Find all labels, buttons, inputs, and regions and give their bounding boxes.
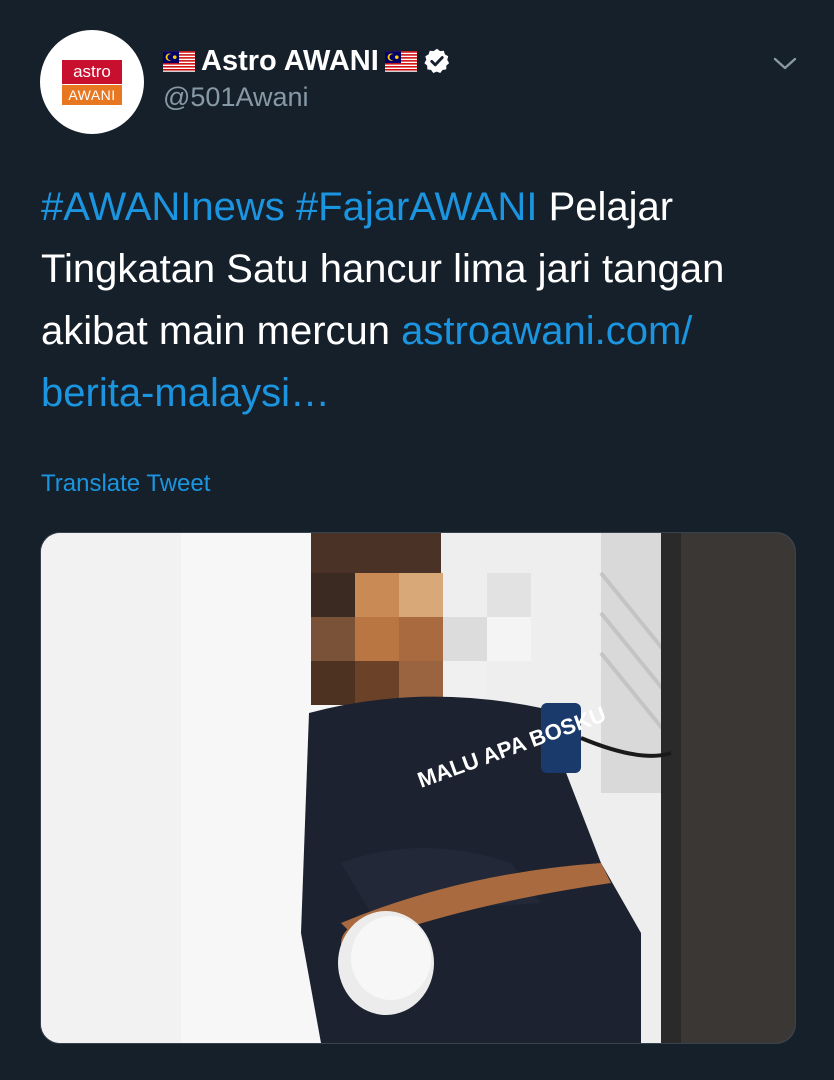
- malaysia-flag-icon: [384, 50, 417, 72]
- avatar-logo-astro: astro: [62, 60, 122, 84]
- author-handle[interactable]: @501Awani: [163, 82, 309, 113]
- author-display-name: Astro AWANI: [201, 44, 379, 77]
- tweet-photo[interactable]: MALU APA BOSKU: [40, 532, 796, 1044]
- chevron-down-icon[interactable]: [772, 55, 798, 73]
- author-name-row[interactable]: Astro AWANI: [163, 42, 451, 80]
- malaysia-flag-icon: [163, 50, 195, 72]
- tweet-text: #AWANInews #FajarAWANI Pelajar Tingkatan…: [41, 176, 801, 424]
- avatar[interactable]: astro AWANI: [40, 30, 144, 134]
- hashtag-fajarawani[interactable]: #FajarAWANI: [296, 185, 538, 229]
- avatar-logo-awani: AWANI: [62, 85, 122, 105]
- translate-tweet-link[interactable]: Translate Tweet: [41, 470, 210, 498]
- photo-hospital-bed: MALU APA BOSKU: [41, 533, 795, 1043]
- hashtag-awaninews[interactable]: #AWANInews: [41, 185, 285, 229]
- verified-badge-icon: [424, 48, 449, 74]
